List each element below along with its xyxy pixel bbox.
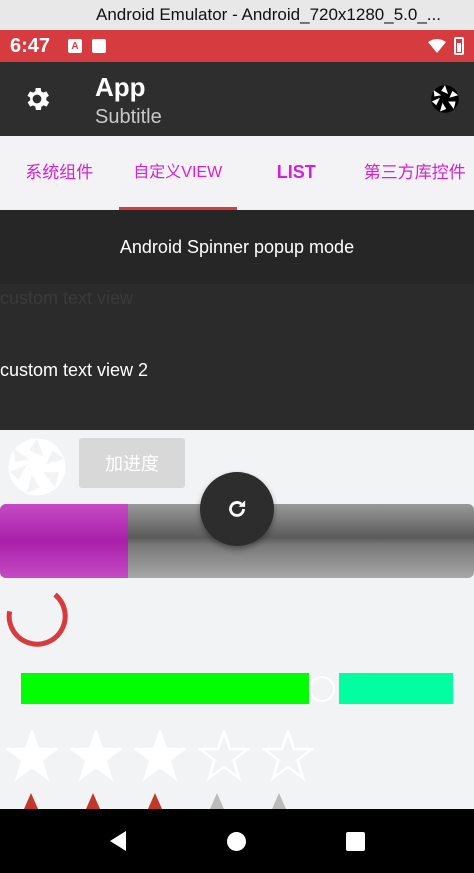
star-empty-icon[interactable]	[262, 730, 314, 782]
progress-fill	[0, 504, 128, 578]
seekbar-progress	[21, 673, 309, 704]
wifi-icon	[428, 39, 446, 53]
spinner-popup[interactable]: Android Spinner popup mode	[0, 210, 474, 284]
shutter-logo-icon	[8, 438, 66, 496]
app-title: App	[95, 72, 146, 102]
seekbar-thumb[interactable]	[309, 676, 335, 702]
window-title: Android Emulator - Android_720x1280_5.0_…	[0, 0, 474, 30]
sd-card-icon	[92, 39, 107, 53]
emulator-screen: Android Emulator - Android_720x1280_5.0_…	[0, 0, 474, 873]
tab-list[interactable]: LIST	[237, 136, 356, 210]
seekbar-remaining	[339, 673, 453, 704]
gear-icon[interactable]	[22, 84, 52, 114]
tab-custom-view[interactable]: 自定义VIEW	[118, 136, 238, 210]
back-icon[interactable]	[108, 830, 128, 852]
small-star-empty-icon	[272, 793, 286, 809]
star-filled-icon[interactable]	[134, 730, 186, 782]
a-icon: A	[68, 39, 83, 53]
app-subtitle: Subtitle	[95, 106, 162, 128]
home-icon[interactable]	[227, 832, 246, 851]
custom-text-view-2[interactable]: custom text view 2	[0, 360, 148, 381]
rating-bar[interactable]	[6, 730, 314, 782]
refresh-icon	[229, 500, 246, 517]
custom-text-view[interactable]: custom text view	[0, 288, 133, 309]
loading-spinner	[6, 592, 68, 647]
tab-bar: 系统组件 自定义VIEW LIST 第三方库控件	[0, 136, 474, 210]
app-bar: App Subtitle	[0, 62, 474, 136]
status-right	[428, 37, 464, 55]
small-star-filled-icon	[24, 793, 38, 809]
battery-icon	[454, 37, 464, 55]
small-star-empty-icon	[210, 793, 224, 809]
status-bar: 6:47 A	[0, 30, 474, 62]
small-rating-bar	[23, 793, 287, 809]
recent-apps-icon[interactable]	[346, 832, 365, 851]
add-progress-button[interactable]: 加进度	[79, 438, 185, 488]
tab-system-components[interactable]: 系统组件	[0, 136, 119, 210]
star-filled-icon[interactable]	[70, 730, 122, 782]
star-filled-icon[interactable]	[6, 730, 58, 782]
tab-third-party[interactable]: 第三方库控件	[356, 136, 474, 210]
custom-view-list: custom text view custom text view 2	[0, 284, 474, 430]
small-star-filled-icon	[86, 793, 100, 809]
status-time: 6:47	[10, 34, 51, 57]
refresh-fab[interactable]	[200, 472, 274, 546]
small-star-filled-icon	[148, 793, 162, 809]
star-empty-icon[interactable]	[198, 730, 250, 782]
shutter-icon[interactable]	[430, 84, 460, 114]
